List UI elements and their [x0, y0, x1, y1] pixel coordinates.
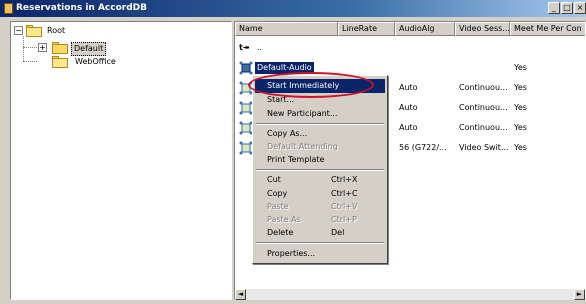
- menu-shortcut: Ctrl+P: [331, 215, 357, 224]
- tree-connector: [23, 47, 37, 48]
- tree-connector: [23, 61, 37, 62]
- menu-separator: [256, 169, 384, 171]
- tree-expander-default[interactable]: +: [38, 43, 47, 52]
- row-video-session: Continuou...: [459, 103, 508, 112]
- tree-item-root[interactable]: Root: [45, 25, 67, 37]
- folder-icon: [26, 25, 42, 37]
- row-audioalg: 56 (G722/...: [399, 143, 447, 152]
- menu-separator: [256, 242, 384, 244]
- tree-expander-root[interactable]: −: [14, 26, 23, 35]
- column-header-linerate[interactable]: LineRate: [338, 22, 395, 36]
- tree-item-weboffice[interactable]: WebOffice: [73, 56, 118, 68]
- title-bar: Reservations in AccordDB _ □ ×: [0, 0, 586, 17]
- close-button[interactable]: ×: [574, 2, 586, 14]
- list-header: Name LineRate AudioAlg Video Sess... Mee…: [235, 22, 585, 36]
- context-menu: Start Immediately Start... New Participa…: [252, 75, 388, 264]
- menu-item-start-immediately[interactable]: Start Immediately: [255, 79, 385, 93]
- column-header-audioalg[interactable]: AudioAlg: [395, 22, 455, 36]
- column-header-name[interactable]: Name: [235, 22, 338, 36]
- minimize-button[interactable]: _: [548, 2, 560, 14]
- reservation-icon: [239, 121, 253, 135]
- menu-item-default-attending: Default Attending: [267, 142, 338, 151]
- column-header-video-session[interactable]: Video Sess...: [455, 22, 510, 36]
- open-folder-icon: [52, 42, 68, 54]
- tree-item-default[interactable]: Default: [71, 42, 107, 56]
- window-title: Reservations in AccordDB: [16, 3, 147, 13]
- menu-shortcut: Del: [331, 228, 345, 237]
- menu-item-paste: Paste Ctrl+V: [255, 200, 385, 214]
- row-audioalg: Auto: [399, 103, 418, 112]
- reservation-icon: [239, 101, 253, 115]
- up-folder-icon: t↠: [239, 43, 250, 52]
- horizontal-scrollbar[interactable]: ◄ ►: [235, 289, 585, 300]
- menu-separator: [256, 123, 384, 125]
- row-name: Default-Audio: [255, 62, 314, 74]
- menu-shortcut: Ctrl+C: [331, 189, 358, 198]
- scroll-right-button[interactable]: ►: [574, 289, 585, 300]
- menu-item-copy-as[interactable]: Copy As...: [255, 127, 385, 141]
- menu-label: Delete: [267, 228, 294, 237]
- menu-label: Copy: [267, 189, 288, 198]
- menu-label: Cut: [267, 175, 281, 184]
- menu-item-cut[interactable]: Cut Ctrl+X: [255, 173, 385, 187]
- app-icon: [4, 3, 13, 14]
- tree-connector: [23, 36, 24, 61]
- scroll-left-button[interactable]: ◄: [235, 289, 246, 300]
- menu-shortcut: Ctrl+V: [331, 202, 358, 211]
- menu-item-new-participant[interactable]: New Participant...: [255, 107, 385, 121]
- row-audioalg: Auto: [399, 123, 418, 132]
- row-video-session: Continuou...: [459, 123, 508, 132]
- up-row-label: ..: [257, 43, 263, 52]
- row-meet-me: Yes: [514, 123, 527, 132]
- menu-item-paste-as: Paste As Ctrl+P: [255, 213, 385, 227]
- menu-label: Paste As: [267, 215, 301, 224]
- row-meet-me: Yes: [514, 83, 527, 92]
- menu-item-delete[interactable]: Delete Del: [255, 226, 385, 240]
- row-meet-me: Yes: [514, 103, 527, 112]
- folder-icon: [52, 56, 68, 68]
- row-video-session: Continuou...: [459, 83, 508, 92]
- menu-item-properties[interactable]: Properties...: [255, 247, 385, 261]
- column-header-meet-me[interactable]: Meet Me Per Con: [510, 22, 585, 36]
- menu-item-start[interactable]: Start...: [255, 93, 385, 107]
- reservation-icon: [239, 61, 253, 75]
- menu-item-copy[interactable]: Copy Ctrl+C: [255, 187, 385, 201]
- row-audioalg: Auto: [399, 83, 418, 92]
- reservation-icon: [239, 81, 253, 95]
- row-meet-me: Yes: [514, 63, 527, 72]
- row-meet-me: Yes: [514, 143, 527, 152]
- menu-item-print-template[interactable]: Print Template: [255, 153, 385, 167]
- reservation-icon: [239, 141, 253, 155]
- tree-pane[interactable]: − Root + Default WebOffice: [10, 21, 232, 300]
- list-item-up[interactable]: t↠ ..: [235, 39, 585, 57]
- maximize-button[interactable]: □: [561, 2, 573, 14]
- menu-shortcut: Ctrl+X: [331, 175, 358, 184]
- row-video-session: Video Swit...: [459, 143, 509, 152]
- menu-label: Paste: [267, 202, 289, 211]
